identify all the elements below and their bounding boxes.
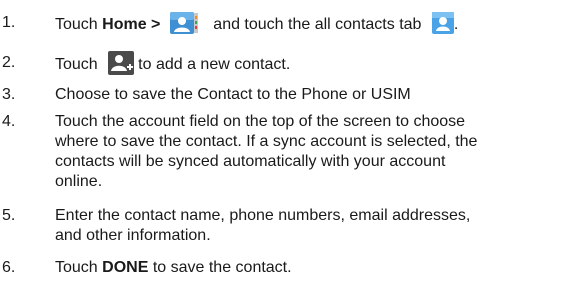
step-text: Choose to save the Contact to the Phone … [55,86,411,103]
step-text: Touch the account field on the top of th… [55,113,478,190]
step-number: 1. [2,14,16,31]
home-label: Home > [102,16,161,34]
step-text: Touch DONE to save the contact. [55,259,292,276]
all-contacts-tab-icon [431,12,454,34]
step-number: 5. [2,207,16,224]
step-number: 3. [2,86,16,103]
step-text: Touch to add a new contact. [55,51,585,77]
contacts-app-icon [169,11,203,35]
step-number: 6. [2,259,16,276]
step-number: 4. [2,113,16,130]
done-label: DONE [102,259,149,276]
add-contact-icon [108,51,135,75]
step-text: Enter the contact name, phone numbers, e… [55,207,471,244]
step-text: Touch Home > and touch the all contacts … [55,11,585,37]
step-number: 2. [2,54,16,71]
